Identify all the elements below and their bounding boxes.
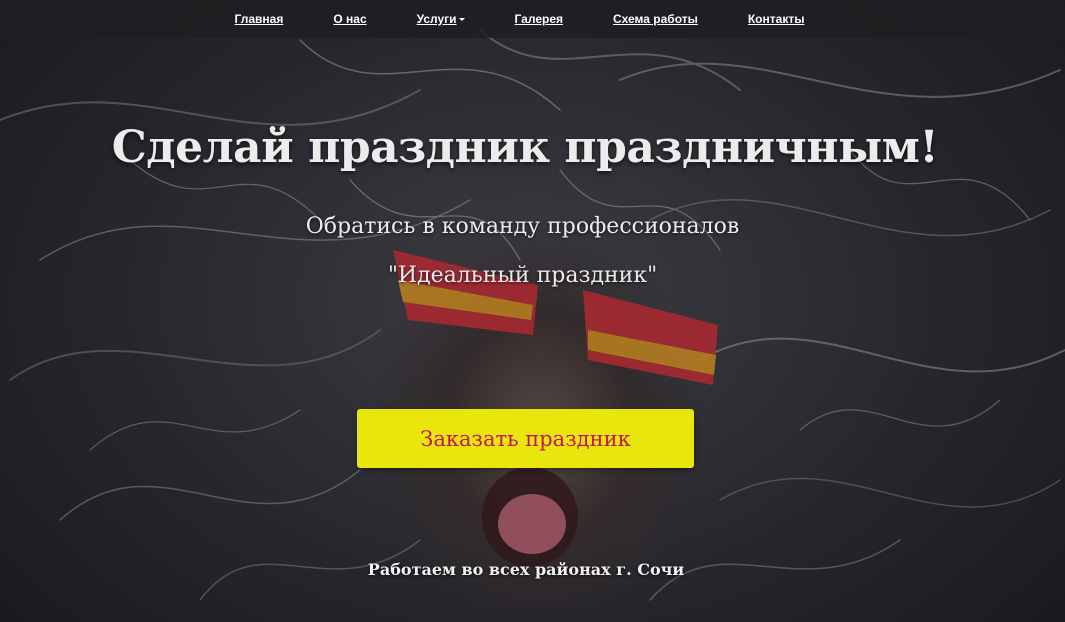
- nav-link-gallery[interactable]: Галерея: [515, 12, 563, 26]
- top-navigation-bar: Главная О нас Услуги Галерея Схема работ…: [0, 0, 1065, 38]
- nav-link-about[interactable]: О нас: [333, 12, 366, 26]
- hero-subtitle-line-1: Обратись в команду профессионалов: [305, 214, 740, 239]
- nav-link-contacts[interactable]: Контакты: [748, 12, 805, 26]
- nav-link-home[interactable]: Главная: [235, 12, 284, 26]
- nav-link-services[interactable]: Услуги: [417, 12, 465, 26]
- nav-menu: Главная О нас Услуги Галерея Схема работ…: [210, 12, 830, 26]
- nav-link-services-label: Услуги: [416, 12, 457, 26]
- order-party-button[interactable]: Заказать праздник: [357, 409, 694, 468]
- dropdown-caret-icon: [458, 18, 465, 22]
- hero-dim-overlay: [0, 0, 1065, 622]
- hero-title: Сделай праздник праздничным!: [111, 122, 939, 173]
- nav-link-workflow[interactable]: Схема работы: [613, 12, 698, 26]
- landing-page: Главная О нас Услуги Галерея Схема работ…: [0, 0, 1065, 622]
- service-area-note: Работаем во всех районах г. Сочи: [367, 560, 685, 579]
- hero-subtitle-line-2: "Идеальный праздник": [387, 263, 658, 288]
